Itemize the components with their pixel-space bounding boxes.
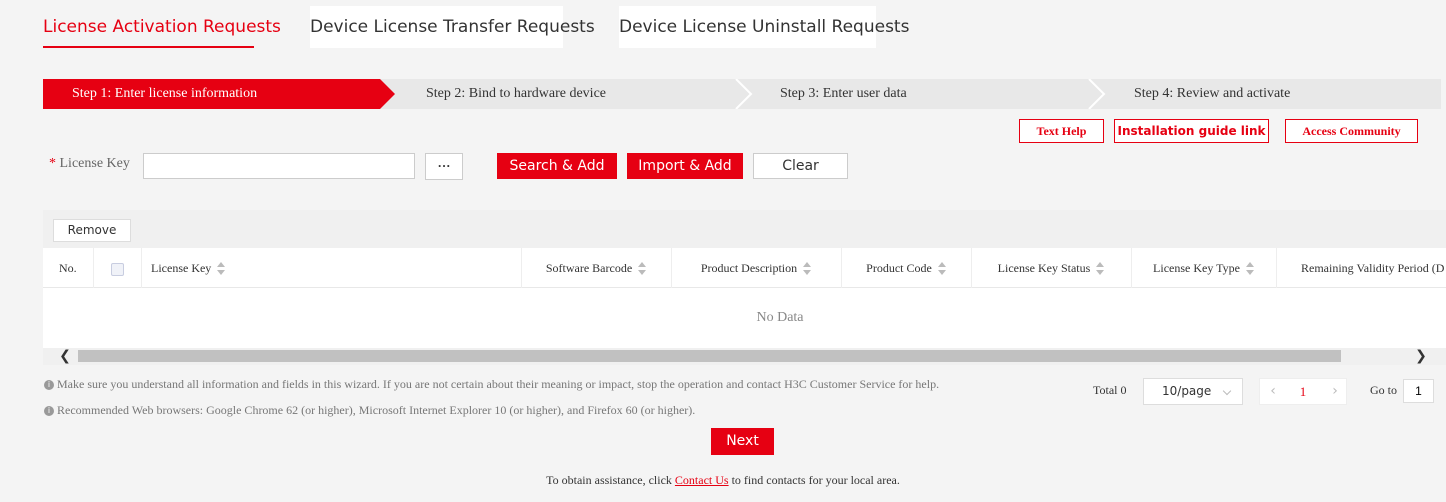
- sort-icon[interactable]: [1096, 262, 1105, 276]
- col-product-code-label: Product Code: [866, 261, 932, 275]
- footer-assistance: To obtain assistance, click Contact Us t…: [0, 473, 1446, 488]
- col-remaining-validity-label: Remaining Validity Period (D: [1301, 261, 1445, 275]
- goto-page-input[interactable]: [1403, 379, 1434, 403]
- pager: ‹ 1 ›: [1259, 378, 1347, 405]
- search-add-button[interactable]: Search & Add: [497, 153, 617, 179]
- col-product-description-label: Product Description: [700, 261, 798, 275]
- info-icon: i: [44, 406, 54, 416]
- step-separator-2: [735, 79, 753, 109]
- col-license-key-type-label: License Key Type: [1153, 261, 1240, 275]
- scroll-left-icon[interactable]: ❮: [57, 348, 73, 364]
- license-key-input[interactable]: [143, 153, 415, 179]
- table-header: No. License Key Software Barcode Product…: [43, 248, 1446, 288]
- col-license-key-status[interactable]: License Key Status: [972, 248, 1132, 288]
- required-mark: *: [49, 156, 56, 171]
- browse-button[interactable]: ···: [425, 153, 463, 180]
- license-table: Remove No. License Key Software Barcode …: [43, 210, 1446, 365]
- sort-icon[interactable]: [937, 262, 947, 276]
- sort-icon[interactable]: [803, 262, 812, 276]
- page-size-value: 10/page: [1162, 384, 1212, 398]
- prev-page-icon[interactable]: ‹: [1263, 379, 1283, 404]
- footer-text-before: To obtain assistance, click: [546, 473, 675, 487]
- horizontal-scrollbar[interactable]: ❮ ❯: [43, 348, 1446, 364]
- sort-icon[interactable]: [217, 262, 226, 276]
- access-community-button[interactable]: Access Community: [1285, 119, 1418, 143]
- next-button[interactable]: Next: [711, 428, 774, 455]
- col-license-key-type[interactable]: License Key Type: [1132, 248, 1277, 288]
- select-all-checkbox[interactable]: [111, 262, 124, 276]
- no-data-text: No Data: [756, 310, 804, 325]
- note-browsers-text: Recommended Web browsers: Google Chrome …: [57, 403, 696, 417]
- col-license-key-status-label: License Key Status: [997, 261, 1091, 275]
- col-product-code[interactable]: Product Code: [842, 248, 972, 288]
- col-no: No.: [43, 248, 94, 288]
- scroll-thumb[interactable]: [78, 350, 1341, 362]
- info-icon: i: [44, 380, 54, 390]
- sort-icon[interactable]: [638, 262, 647, 276]
- chevron-down-icon: [1222, 386, 1232, 396]
- scroll-right-icon[interactable]: ❯: [1413, 348, 1429, 364]
- clear-button[interactable]: Clear: [753, 153, 848, 179]
- footer-text-after: to find contacts for your local area.: [728, 473, 900, 487]
- total-count: Total 0: [1093, 383, 1127, 397]
- remove-button[interactable]: Remove: [53, 219, 131, 242]
- import-add-button[interactable]: Import & Add: [627, 153, 743, 179]
- tab-device-license-uninstall-requests[interactable]: Device License Uninstall Requests: [619, 6, 909, 48]
- col-remaining-validity[interactable]: Remaining Validity Period (D: [1277, 248, 1446, 288]
- goto-label: Go to: [1370, 383, 1397, 397]
- col-no-label: No.: [59, 261, 77, 275]
- col-license-key-label: License Key: [151, 261, 212, 275]
- note-wizard-info: i Make sure you understand all informatio…: [44, 377, 939, 392]
- tab-device-license-transfer-requests[interactable]: Device License Transfer Requests: [310, 6, 595, 48]
- step-separator-3: [1088, 79, 1106, 109]
- col-software-barcode-label: Software Barcode: [545, 261, 633, 275]
- next-page-icon[interactable]: ›: [1325, 379, 1345, 404]
- contact-us-link[interactable]: Contact Us: [675, 473, 729, 487]
- step-1: Step 1: Enter license information: [72, 86, 258, 101]
- license-key-label-text: License Key: [59, 156, 130, 171]
- sort-icon[interactable]: [1245, 262, 1255, 276]
- note-browsers: i Recommended Web browsers: Google Chrome…: [44, 403, 695, 418]
- note-wizard-info-text: Make sure you understand all information…: [57, 377, 940, 391]
- step-3: Step 3: Enter user data: [780, 86, 907, 101]
- step-2: Step 2: Bind to hardware device: [426, 86, 607, 101]
- page-size-select[interactable]: 10/page: [1143, 378, 1243, 405]
- col-license-key[interactable]: License Key: [142, 248, 522, 288]
- installation-guide-link-button[interactable]: Installation guide link: [1114, 119, 1269, 143]
- license-key-label: * License Key: [49, 156, 130, 172]
- col-select: [94, 248, 142, 288]
- tab-license-activation-requests[interactable]: License Activation Requests: [43, 6, 281, 48]
- wizard-steps: Step 1: Enter license information Step 2…: [43, 79, 1441, 109]
- step-4: Step 4: Review and activate: [1134, 86, 1291, 101]
- text-help-button[interactable]: Text Help: [1019, 119, 1104, 143]
- table-body: No Data: [43, 288, 1446, 348]
- page-1-button[interactable]: 1: [1290, 379, 1316, 404]
- col-software-barcode[interactable]: Software Barcode: [522, 248, 672, 288]
- col-product-description[interactable]: Product Description: [672, 248, 842, 288]
